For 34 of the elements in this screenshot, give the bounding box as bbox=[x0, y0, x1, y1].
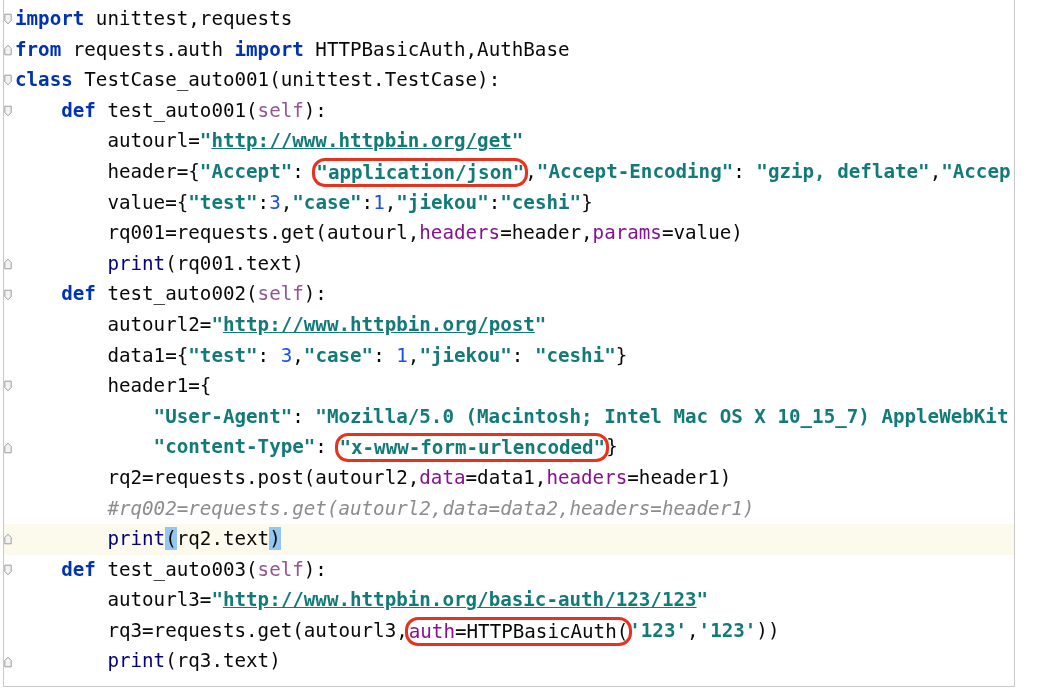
circled-code: auth=HTTPBasicAuth( bbox=[404, 616, 633, 646]
fold-marker-icon[interactable] bbox=[4, 380, 12, 393]
code-line: import unittest,requests bbox=[15, 6, 293, 32]
code-line: autourl2="http://www.httpbin.org/post" bbox=[107, 311, 547, 338]
code-line: data1={"test": 3,"case": 1,"jiekou": "ceshi"} bbox=[107, 342, 628, 369]
code-line: autourl="http://www.httpbin.org/get" bbox=[107, 128, 524, 155]
code-line: rq001=requests.get(autourl,headers=header,params=value) bbox=[107, 220, 743, 247]
fold-marker-icon[interactable] bbox=[4, 288, 12, 301]
fold-marker-icon[interactable] bbox=[4, 13, 12, 26]
code-line: header={"Accept": bbox=[107, 158, 305, 185]
code-line: "content-Type": bbox=[153, 434, 328, 461]
code-line: value={"test":3,"case":1,"jiekou":"ceshi"} bbox=[107, 189, 593, 216]
code-line: autourl3="http://www.httpbin.org/basic-auth/123/123" bbox=[107, 587, 709, 614]
code-line: print(rq001.text) bbox=[107, 250, 304, 277]
fold-marker-icon[interactable] bbox=[4, 74, 12, 87]
fold-marker-icon[interactable] bbox=[4, 43, 12, 56]
fold-marker-icon[interactable] bbox=[4, 441, 12, 454]
fold-marker-icon[interactable] bbox=[4, 105, 12, 118]
fold-marker-icon[interactable] bbox=[4, 655, 12, 668]
code-line: def test_auto003(self): bbox=[61, 556, 327, 583]
code-line: from requests.auth import HTTPBasicAuth,AuthBase bbox=[15, 36, 570, 63]
code-line: #rq002=requests.get(autourl2,data=data2,headers=header1) bbox=[107, 495, 755, 522]
fold-marker-icon[interactable] bbox=[4, 533, 12, 546]
fold-marker-icon[interactable] bbox=[4, 258, 12, 271]
code-line: class TestCase_auto001(unittest.TestCase): bbox=[15, 67, 501, 94]
code-line: def test_auto002(self): bbox=[61, 281, 327, 308]
circled-code: "application/json" bbox=[312, 157, 529, 187]
code-line: header1={ bbox=[107, 373, 212, 400]
code-line: def test_auto001(self): bbox=[61, 97, 327, 124]
code-line: "User-Agent": "Mozilla/5.0 (Macintosh; Intel Mac OS X 10_15_7) AppleWebKit bbox=[153, 403, 1009, 430]
code-line: print(rq3.text) bbox=[107, 648, 281, 675]
fold-marker-icon[interactable] bbox=[4, 564, 12, 576]
code-line: print(rq2.text) bbox=[107, 526, 281, 553]
code-line: rq2=requests.post(autourl2,data=data1,headers=header1) bbox=[107, 464, 732, 491]
